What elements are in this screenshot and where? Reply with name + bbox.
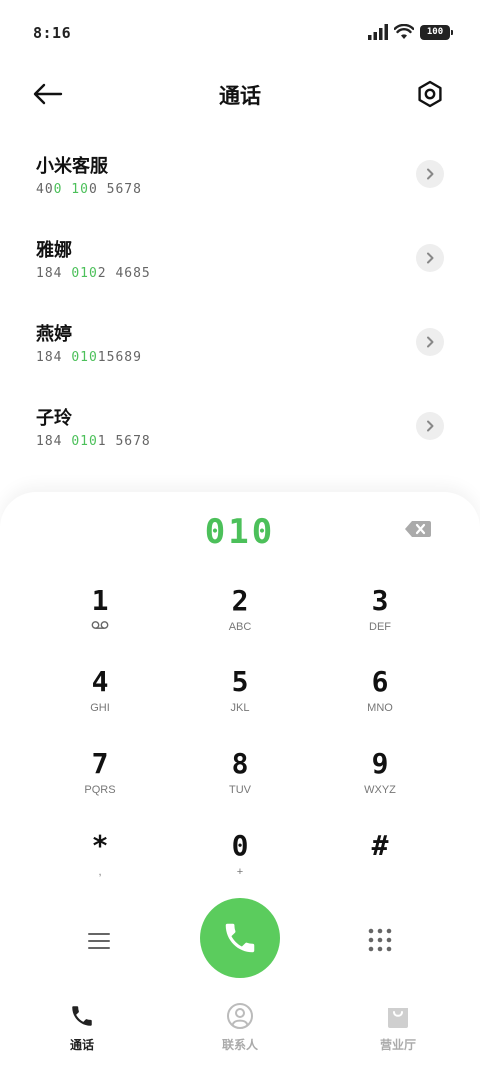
phone-icon: [2, 1000, 162, 1032]
key-0[interactable]: 0 +: [180, 829, 300, 901]
key-digit: #: [371, 829, 389, 862]
key-letters: JKL: [230, 702, 250, 714]
contact-row[interactable]: 雅娜 184 0102 4685: [0, 214, 480, 298]
key-2[interactable]: 2 ABC: [180, 584, 300, 656]
key-digit: 2: [231, 584, 249, 617]
number-suffix: 2 4685: [97, 266, 151, 281]
status-bar: 8:16 100: [0, 0, 480, 66]
key-9[interactable]: 9 WXYZ: [320, 747, 440, 819]
key-letters: WXYZ: [364, 784, 396, 796]
key-letters: DEF: [369, 621, 391, 633]
key-4[interactable]: 4 GHI: [40, 665, 160, 737]
key-digit: 9: [371, 747, 389, 780]
contact-detail-button[interactable]: [416, 244, 444, 272]
contact-row[interactable]: 子玲 184 0101 5678: [0, 382, 480, 466]
shopping-bag-icon: [318, 1000, 478, 1032]
number-suffix: 0 5678: [88, 182, 142, 197]
contact-list: 小米客服 400 100 5678 雅娜 184 0102 4685 燕婷 18…: [0, 130, 480, 466]
call-button[interactable]: [200, 898, 280, 978]
key-letters: +: [236, 866, 244, 878]
number-suffix: 15689: [97, 350, 142, 365]
number-prefix: 40: [36, 182, 54, 197]
contact-row[interactable]: 燕婷 184 01015689: [0, 298, 480, 382]
menu-icon: [88, 933, 110, 949]
number-match: 010: [71, 266, 98, 281]
contact-number: 400 100 5678: [36, 182, 142, 197]
settings-button[interactable]: [412, 76, 448, 112]
nav-label: 通话: [69, 1038, 94, 1052]
key-digit: 0: [231, 829, 249, 862]
contact-number: 184 01015689: [36, 350, 142, 365]
nav-item-store[interactable]: 营业厅: [318, 1000, 478, 1060]
contact-number: 184 0102 4685: [36, 266, 151, 281]
number-prefix: 184: [36, 350, 72, 365]
contact-name: 燕婷: [36, 324, 72, 345]
number-match: 010: [71, 350, 98, 365]
chevron-right-icon: [427, 336, 434, 348]
number-match: 010: [71, 434, 98, 449]
number-prefix: 184: [36, 434, 72, 449]
dialpad-icon: [368, 928, 392, 952]
number-prefix: 184: [36, 266, 72, 281]
key-5[interactable]: 5 JKL: [180, 665, 300, 737]
nav-label: 营业厅: [379, 1038, 416, 1052]
key-digit: *: [91, 829, 109, 862]
contact-detail-button[interactable]: [416, 328, 444, 356]
contact-name: 小米客服: [36, 156, 108, 177]
contact-detail-button[interactable]: [416, 412, 444, 440]
status-icons: 100: [368, 24, 453, 40]
menu-button[interactable]: [84, 926, 114, 956]
person-icon: [160, 1000, 320, 1032]
phone-icon: [225, 923, 255, 953]
key-8[interactable]: 8 TUV: [180, 747, 300, 819]
battery-icon: 100: [420, 24, 453, 40]
key-digit: 1: [91, 584, 109, 617]
key-letters: TUV: [229, 784, 251, 796]
bottom-nav: 通话 联系人 营业厅: [0, 992, 480, 1067]
key-hash[interactable]: #: [320, 829, 440, 901]
key-digit: 8: [231, 747, 249, 780]
key-letters: ,: [98, 866, 102, 878]
keypad-toggle-button[interactable]: [366, 926, 394, 954]
dialer-panel: 010 1 2 ABC 3 DEF 4 GHI 5 JKL 6 MNO 7 PQ…: [0, 492, 480, 992]
key-7[interactable]: 7 PQRS: [40, 747, 160, 819]
nav-label: 联系人: [221, 1038, 258, 1052]
key-digit: 5: [231, 665, 249, 698]
key-3[interactable]: 3 DEF: [320, 584, 440, 656]
key-6[interactable]: 6 MNO: [320, 665, 440, 737]
backspace-icon: [405, 521, 431, 537]
contact-number: 184 0101 5678: [36, 434, 151, 449]
signal-icon: [368, 24, 388, 40]
status-time: 8:16: [33, 24, 72, 42]
contact-name: 雅娜: [36, 240, 72, 261]
contact-name: 子玲: [36, 408, 72, 429]
chevron-right-icon: [427, 252, 434, 264]
wifi-icon: [394, 24, 414, 39]
key-digit: 7: [91, 747, 109, 780]
number-match: 0 10: [53, 182, 89, 197]
key-digit: 3: [371, 584, 389, 617]
contact-row[interactable]: 小米客服 400 100 5678: [0, 130, 480, 214]
key-digit: 4: [91, 665, 109, 698]
page-title: 通话: [219, 83, 261, 108]
chevron-right-icon: [427, 420, 434, 432]
key-letters: GHI: [90, 702, 110, 714]
voicemail-icon: [40, 620, 160, 634]
key-letters: PQRS: [84, 784, 116, 796]
header: 通话: [0, 66, 480, 122]
chevron-right-icon: [427, 168, 434, 180]
key-star[interactable]: * ,: [40, 829, 160, 901]
backspace-button[interactable]: [404, 520, 432, 538]
nav-item-calls[interactable]: 通话: [2, 1000, 162, 1060]
settings-hex-icon: [418, 80, 442, 108]
action-row: [0, 898, 480, 982]
key-1[interactable]: 1: [40, 584, 160, 656]
key-letters: ABC: [228, 621, 252, 633]
number-suffix: 1 5678: [97, 434, 151, 449]
nav-item-contacts[interactable]: 联系人: [160, 1000, 320, 1060]
contact-detail-button[interactable]: [416, 160, 444, 188]
key-letters: MNO: [367, 702, 393, 714]
key-digit: 6: [371, 665, 389, 698]
